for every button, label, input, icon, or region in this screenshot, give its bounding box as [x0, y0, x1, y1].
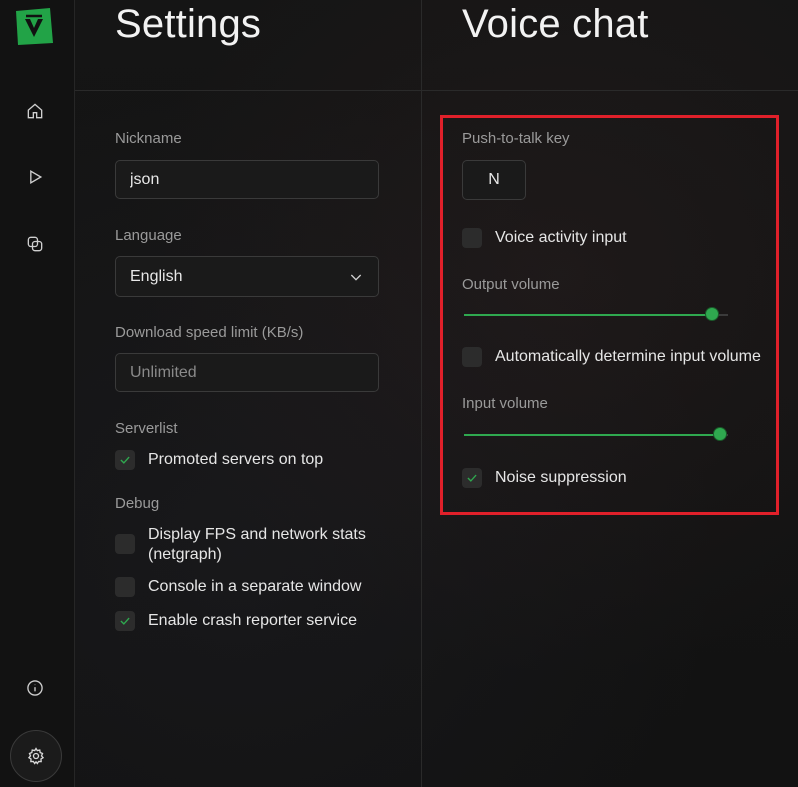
- crash-reporter-label: Enable crash reporter service: [148, 612, 357, 629]
- console-window-checkbox-row[interactable]: Console in a separate window: [115, 577, 361, 597]
- sidebar: [0, 0, 75, 787]
- check-icon: [120, 456, 130, 464]
- crash-reporter-checkbox[interactable]: [115, 611, 135, 631]
- language-value: English: [130, 267, 183, 285]
- auto-input-volume-label: Automatically determine input volume: [495, 348, 761, 365]
- voice-activity-label: Voice activity input: [495, 229, 627, 246]
- promoted-servers-checkbox[interactable]: [115, 450, 135, 470]
- overlap-icon[interactable]: [21, 230, 49, 258]
- info-icon[interactable]: [21, 674, 49, 702]
- home-icon[interactable]: [21, 97, 49, 125]
- column-divider: [421, 0, 422, 787]
- promoted-servers-checkbox-row[interactable]: Promoted servers on top: [115, 450, 323, 470]
- gear-icon[interactable]: [10, 730, 62, 782]
- slider-fill: [464, 434, 721, 436]
- download-limit-label: Download speed limit (KB/s): [115, 324, 304, 341]
- crash-reporter-checkbox-row[interactable]: Enable crash reporter service: [115, 611, 357, 631]
- language-label: Language: [115, 227, 182, 244]
- chevron-down-icon: [350, 274, 362, 281]
- output-volume-label: Output volume: [462, 276, 560, 293]
- voice-activity-checkbox-row[interactable]: Voice activity input: [462, 228, 627, 248]
- slider-thumb[interactable]: [713, 427, 728, 441]
- auto-input-volume-checkbox-row[interactable]: Automatically determine input volume: [462, 347, 761, 367]
- serverlist-label: Serverlist: [115, 420, 178, 437]
- noise-suppression-checkbox[interactable]: [462, 468, 482, 488]
- voice-activity-checkbox[interactable]: [462, 228, 482, 248]
- header-divider: [75, 90, 798, 91]
- push-to-talk-key-button[interactable]: N: [462, 160, 526, 200]
- promoted-servers-label: Promoted servers on top: [148, 451, 324, 468]
- voice-chat-title: Voice chat: [462, 2, 649, 46]
- push-to-talk-label: Push-to-talk key: [462, 130, 570, 147]
- input-volume-label: Input volume: [462, 395, 548, 412]
- background: [0, 0, 798, 787]
- input-volume-slider[interactable]: [464, 425, 728, 445]
- v-logo-icon[interactable]: [14, 7, 54, 47]
- check-icon: [467, 474, 477, 482]
- fps-stats-label: Display FPS and network stats (netgraph): [148, 526, 366, 563]
- download-limit-input[interactable]: [115, 353, 379, 392]
- noise-suppression-label: Noise suppression: [495, 469, 627, 486]
- fps-stats-checkbox-row[interactable]: Display FPS and network stats (netgraph): [115, 525, 380, 565]
- settings-title: Settings: [115, 2, 262, 46]
- play-icon[interactable]: [21, 163, 49, 191]
- nickname-input[interactable]: [115, 160, 379, 199]
- slider-thumb[interactable]: [705, 307, 720, 321]
- debug-label: Debug: [115, 495, 160, 512]
- nickname-label: Nickname: [115, 130, 182, 147]
- fps-stats-checkbox[interactable]: [115, 534, 135, 554]
- noise-suppression-checkbox-row[interactable]: Noise suppression: [462, 468, 627, 488]
- console-window-label: Console in a separate window: [148, 578, 362, 595]
- output-volume-slider[interactable]: [464, 305, 728, 325]
- slider-fill: [464, 314, 713, 316]
- console-window-checkbox[interactable]: [115, 577, 135, 597]
- language-select[interactable]: English: [115, 256, 379, 297]
- check-icon: [120, 617, 130, 625]
- auto-input-volume-checkbox[interactable]: [462, 347, 482, 367]
